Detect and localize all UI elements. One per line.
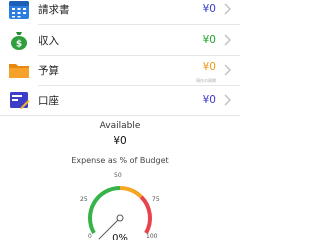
gauge-tick-label: 50	[114, 172, 122, 179]
screen: 請求書 ¥0 $ 収入 ¥0 予算 ¥0 現在の周期 口座 ¥0 Availab…	[0, 0, 240, 240]
available-label: Available	[99, 121, 141, 131]
row-amount: ¥0	[202, 61, 216, 73]
chevron-right-icon	[224, 3, 232, 15]
gauge-tick-label: 25	[80, 196, 88, 203]
chevron-right-icon	[224, 94, 232, 106]
gauge-arc-green	[88, 186, 121, 234]
available-value: ¥0	[113, 135, 127, 147]
row-budget[interactable]: 予算 ¥0 現在の周期	[0, 55, 240, 85]
folder-icon	[9, 64, 29, 78]
gauge-value: 0%	[112, 233, 128, 240]
row-accounts[interactable]: 口座 ¥0	[0, 85, 240, 115]
money-bag-icon: $	[11, 32, 27, 50]
row-subtitle: 現在の周期	[196, 78, 216, 83]
row-label: 口座	[38, 94, 59, 107]
account-icon	[10, 92, 30, 109]
gauge-arc-orange	[119, 186, 143, 199]
chevron-right-icon	[224, 34, 232, 46]
row-amount: ¥0	[202, 94, 216, 106]
row-label: 予算	[38, 64, 59, 77]
expense-gauge: 50 25 75 0 100	[70, 166, 170, 240]
svg-text:$: $	[16, 40, 22, 50]
gauge-title: Expense as % of Budget	[71, 156, 169, 165]
row-amount: ¥0	[202, 3, 216, 15]
divider	[0, 115, 240, 116]
gauge-arc-red	[139, 195, 152, 234]
row-income[interactable]: $ 収入 ¥0	[0, 25, 240, 55]
gauge-tick-label: 75	[152, 196, 160, 203]
row-label: 収入	[38, 34, 59, 47]
gauge-hub	[116, 214, 124, 222]
row-amount: ¥0	[202, 34, 216, 46]
row-label: 請求書	[38, 3, 70, 16]
calendar-icon	[9, 1, 29, 19]
row-bills[interactable]: 請求書 ¥0	[0, 0, 240, 24]
chevron-right-icon	[224, 64, 232, 76]
